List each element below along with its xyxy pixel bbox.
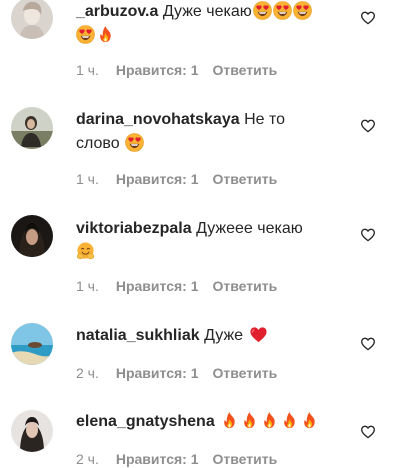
comment-text: слово bbox=[76, 135, 120, 152]
heart-eyes-emoji bbox=[76, 25, 95, 44]
likes-count[interactable]: Нравится: 1 bbox=[116, 365, 199, 381]
red-heart-emoji bbox=[249, 325, 268, 344]
comment-text: Дуже bbox=[204, 327, 244, 344]
comment-username[interactable]: _arbuzov.a bbox=[76, 3, 158, 20]
like-heart-icon[interactable] bbox=[360, 336, 376, 352]
comment-meta: 1 ч. Нравится: 1 Ответить bbox=[76, 61, 277, 79]
comment-text: Дуже чекаю bbox=[162, 3, 252, 20]
comment-time[interactable]: 1 ч. bbox=[76, 62, 99, 78]
comment-time[interactable]: 2 ч. bbox=[76, 365, 99, 381]
reply-button[interactable]: Ответить bbox=[213, 62, 278, 78]
avatar[interactable] bbox=[11, 107, 53, 149]
heart-eyes-emoji bbox=[125, 133, 144, 152]
comment-time[interactable]: 2 ч. bbox=[76, 451, 99, 467]
comment-meta: 1 ч. Нравится: 1 Ответить bbox=[76, 277, 277, 295]
avatar[interactable] bbox=[11, 410, 53, 452]
likes-count[interactable]: Нравится: 1 bbox=[116, 278, 199, 294]
comment-item: _arbuzov.a Дуже чекаю 1 ч. Нравится: 1 Отв… bbox=[0, 0, 409, 92]
like-heart-icon[interactable] bbox=[360, 227, 376, 243]
comment-meta: 2 ч. Нравится: 1 Ответить bbox=[76, 450, 277, 468]
comment-text-line: natalia_sukhliak Дуже bbox=[76, 324, 268, 348]
like-heart-icon[interactable] bbox=[360, 10, 376, 26]
comment-item: natalia_sukhliak Дуже 2 ч. Нравится: 1 Отв… bbox=[0, 323, 409, 386]
likes-count[interactable]: Нравится: 1 bbox=[116, 451, 199, 467]
reply-button[interactable]: Ответить bbox=[213, 451, 278, 467]
comment-time[interactable]: 1 ч. bbox=[76, 171, 99, 187]
comment-meta: 2 ч. Нравится: 1 Ответить bbox=[76, 364, 277, 382]
reply-button[interactable]: Ответить bbox=[213, 171, 278, 187]
comment-text-line: elena_gnatyshena bbox=[76, 410, 319, 434]
avatar[interactable] bbox=[11, 0, 53, 39]
comment-text: Не то bbox=[244, 111, 286, 128]
hugging-face-emoji bbox=[76, 242, 95, 261]
heart-eyes-emoji bbox=[253, 1, 272, 20]
comment-username[interactable]: darina_novohatskaya bbox=[76, 111, 240, 128]
fire-emoji bbox=[96, 25, 115, 44]
comment-text-line: _arbuzov.a Дуже чекаю bbox=[76, 0, 312, 24]
fire-emoji bbox=[280, 411, 299, 430]
fire-emoji bbox=[220, 411, 239, 430]
like-heart-icon[interactable] bbox=[360, 118, 376, 134]
heart-eyes-emoji bbox=[273, 1, 292, 20]
heart-eyes-emoji bbox=[293, 1, 312, 20]
reply-button[interactable]: Ответить bbox=[213, 365, 278, 381]
reply-button[interactable]: Ответить bbox=[213, 278, 278, 294]
avatar[interactable] bbox=[11, 323, 53, 365]
likes-count[interactable]: Нравится: 1 bbox=[116, 62, 199, 78]
like-heart-icon[interactable] bbox=[360, 424, 376, 440]
comment-text: Дужеее чекаю bbox=[196, 220, 303, 237]
comment-username[interactable]: elena_gnatyshena bbox=[76, 413, 215, 430]
comment-text-line: viktoriabezpala Дужеее чекаю bbox=[76, 217, 303, 241]
comment-item: elena_gnatyshena 2 ч. Нравится: 1 Ответить bbox=[0, 410, 409, 468]
comment-item: viktoriabezpala Дужеее чекаю 1 ч. Нравитс… bbox=[0, 215, 409, 305]
comment-time[interactable]: 1 ч. bbox=[76, 278, 99, 294]
comment-text-line: слово bbox=[76, 132, 144, 156]
comment-meta: 1 ч. Нравится: 1 Ответить bbox=[76, 170, 277, 188]
comment-text-line bbox=[76, 24, 115, 48]
avatar[interactable] bbox=[11, 215, 53, 257]
fire-emoji bbox=[260, 411, 279, 430]
comment-text-line bbox=[76, 241, 95, 265]
comment-username[interactable]: natalia_sukhliak bbox=[76, 327, 200, 344]
comment-username[interactable]: viktoriabezpala bbox=[76, 220, 192, 237]
fire-emoji bbox=[240, 411, 259, 430]
comment-item: darina_novohatskaya Не то слово 1 ч. Нрав… bbox=[0, 107, 409, 198]
likes-count[interactable]: Нравится: 1 bbox=[116, 171, 199, 187]
comment-text-line: darina_novohatskaya Не то bbox=[76, 108, 285, 132]
fire-emoji bbox=[300, 411, 319, 430]
